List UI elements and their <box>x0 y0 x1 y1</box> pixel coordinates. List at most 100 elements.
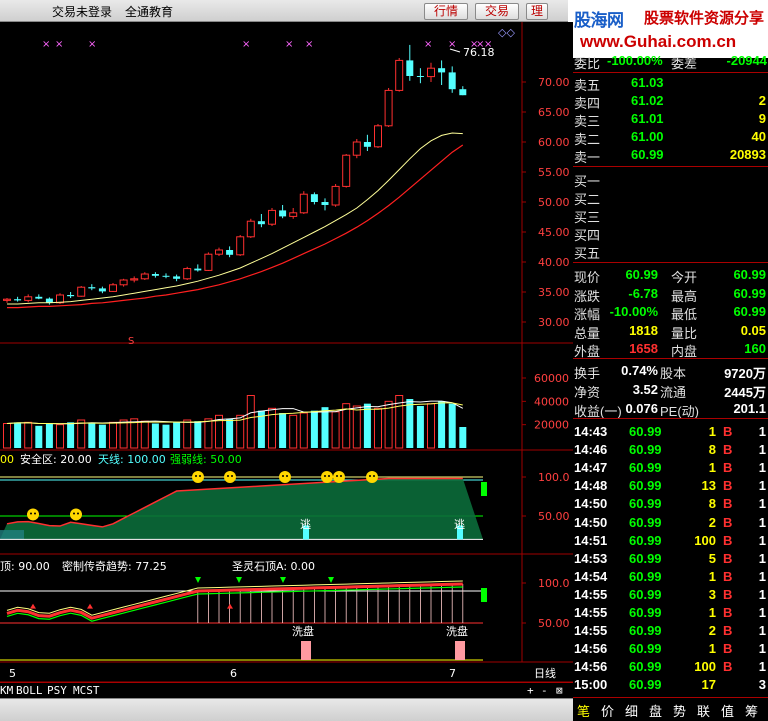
ask-row[interactable]: 卖五 61.03 <box>573 74 768 93</box>
indicator-tab-bar: KM BOLL PSY MCST + - ⊠ <box>0 682 573 698</box>
fund-value: 201.1 <box>733 401 766 416</box>
expand-icon[interactable]: ⊠ <box>556 684 563 697</box>
tick-side: B <box>723 568 733 584</box>
tab-mcst[interactable]: MCST <box>73 684 100 697</box>
kline-chart-area[interactable]: 70.00 65.00 60.00 55.00 50.00 45.00 40.00 35.00… <box>0 22 573 682</box>
tick-volume: 5 <box>708 550 716 566</box>
tick-volume: 2 <box>708 623 716 639</box>
ask-row[interactable]: 卖四 61.02 2 <box>573 92 768 111</box>
tab-km[interactable]: KM <box>0 684 13 697</box>
fundamental-row: 净资 3.52 流通 2445万 <box>573 381 768 400</box>
tick-count: 1 <box>758 586 766 602</box>
bid-row[interactable]: 买四 <box>573 224 768 243</box>
volume-bar <box>352 405 361 449</box>
bid-row[interactable]: 买一 <box>573 170 768 189</box>
stat-label: 量比 <box>671 325 698 341</box>
trade-tick-row: 14:48 60.99 13 B 1 <box>573 477 768 495</box>
trade-tick-row: 14:56 60.99 1 B 1 <box>573 640 768 658</box>
zoom-out-button[interactable]: - <box>541 684 548 697</box>
tab-trend[interactable]: 势 <box>673 701 686 720</box>
tick-count: 1 <box>758 532 766 548</box>
volume-bar <box>24 421 33 449</box>
bid-label: 买五 <box>574 246 601 261</box>
ask-price: 61.00 <box>631 129 664 144</box>
tick-count: 1 <box>758 659 766 675</box>
trade-tick-row: 14:50 60.99 8 B 1 <box>573 495 768 513</box>
tick-price: 60.99 <box>629 550 662 566</box>
trade-tick-row: 14:56 60.99 100 B 1 <box>573 658 768 676</box>
fundamental-row: 收益(一) 0.076 PE(动) 201.1 <box>573 400 768 419</box>
tick-time: 14:56 <box>574 659 608 675</box>
trade-button[interactable]: 交易 <box>475 3 519 20</box>
ind1-tick-label: 100.0 <box>538 471 570 484</box>
stat-value: -10.00% <box>609 304 658 320</box>
volume-tick-label: 20000 <box>534 419 569 432</box>
tick-time: 14:55 <box>574 623 608 639</box>
trade-tick-row: 14:53 60.99 5 B 1 <box>573 550 768 568</box>
tab-chips[interactable]: 筹 <box>745 701 758 720</box>
tick-side: B <box>723 424 733 439</box>
candlestick <box>246 218 255 238</box>
ask-row[interactable]: 卖二 61.00 40 <box>573 128 768 147</box>
fund-value: 0.076 <box>625 401 658 416</box>
stat-value: 0.05 <box>740 322 766 338</box>
tab-link[interactable]: 联 <box>697 701 710 720</box>
period-label[interactable]: 日线 <box>534 666 556 680</box>
tick-time: 14:54 <box>574 568 608 584</box>
volume-bar <box>416 406 424 448</box>
tick-time: 14:53 <box>574 550 608 566</box>
stat-value: 60.99 <box>733 304 766 320</box>
ask-row[interactable]: 卖三 61.01 9 <box>573 110 768 129</box>
tab-psy[interactable]: PSY <box>47 684 67 697</box>
ind1-strength-line: 强弱线: 50.00 <box>170 452 242 466</box>
weicha-value: -20944 <box>726 53 767 68</box>
stat-value: 60.99 <box>733 285 766 301</box>
tab-value[interactable]: 值 <box>721 701 734 720</box>
wash-label: 洗盘 <box>292 624 314 638</box>
smiley-icon <box>192 471 204 483</box>
quote-button[interactable]: 行情 <box>424 3 468 20</box>
manage-button[interactable]: 理 <box>526 3 548 20</box>
escape-label: 逃 <box>454 518 465 531</box>
bid-row[interactable]: 买二 <box>573 188 768 207</box>
bid-row[interactable]: 买三 <box>573 206 768 225</box>
tab-boll[interactable]: BOLL <box>16 684 43 697</box>
svg-text:◇◇: ◇◇ <box>498 26 515 39</box>
volume-bar <box>226 418 234 448</box>
tick-side: B <box>723 460 733 476</box>
tick-time: 14:48 <box>574 478 608 494</box>
fund-value: 2445万 <box>724 385 766 400</box>
candlestick <box>342 154 351 188</box>
tick-side: B <box>723 442 733 458</box>
tick-volume: 1 <box>708 424 716 439</box>
signal-marker: × <box>42 39 50 50</box>
tab-trades[interactable]: 笔 <box>577 701 590 720</box>
zoom-in-button[interactable]: + <box>527 684 534 697</box>
volume-bar <box>246 395 255 449</box>
stat-value: 60.99 <box>625 267 658 282</box>
volume-bar <box>119 419 128 449</box>
ind1-safe-zone: 安全区: 20.00 <box>20 452 92 466</box>
weibi-label: 委比 <box>574 56 601 71</box>
tab-price[interactable]: 价 <box>601 701 614 720</box>
tick-volume: 100 <box>694 659 716 675</box>
signal-marker: × <box>448 39 456 50</box>
smiley-icon <box>279 471 291 483</box>
price-tick-label: 30.00 <box>538 316 570 329</box>
trade-tick-row: 14:43 60.99 1 B 1 <box>573 423 768 441</box>
ask-row[interactable]: 卖一 60.99 20893 <box>573 146 768 165</box>
signal-marker: × <box>242 39 250 50</box>
bid-row[interactable]: 买五 <box>573 242 768 261</box>
volume-bar <box>289 414 298 449</box>
tick-count: 1 <box>758 424 766 439</box>
tick-volume: 2 <box>708 514 716 530</box>
tick-volume: 8 <box>708 442 716 458</box>
tick-volume: 13 <box>701 478 716 494</box>
trade-tick-row: 14:55 60.99 3 B 1 <box>573 586 768 604</box>
tick-volume: 100 <box>694 532 716 548</box>
tab-book[interactable]: 盘 <box>649 701 662 720</box>
smiley-icon <box>27 508 39 521</box>
tab-detail[interactable]: 细 <box>625 701 638 720</box>
tick-price: 60.99 <box>629 659 662 675</box>
smiley-icon <box>366 471 378 483</box>
